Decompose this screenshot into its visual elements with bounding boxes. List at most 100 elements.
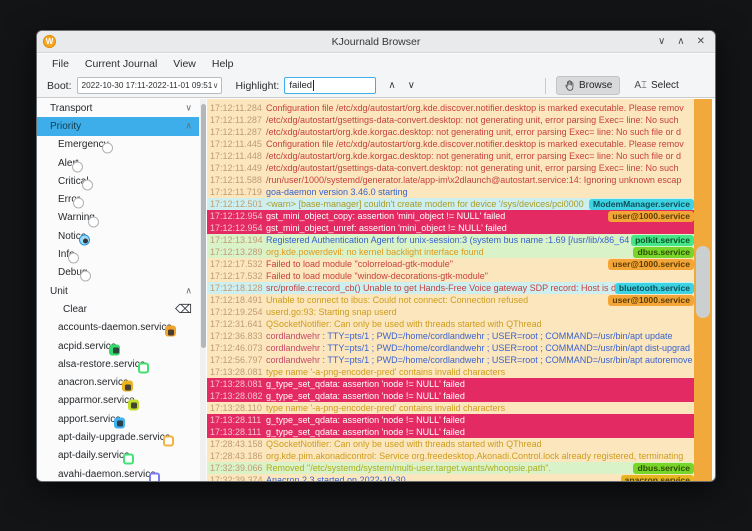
log-row[interactable]: 17:13:28.081type name '-a-png-encoder-pr…	[207, 366, 694, 378]
priority-item-emergency[interactable]: Emergency	[37, 136, 199, 154]
log-row[interactable]: 17:12:11.287/etc/xdg/autostart/org.kde.k…	[207, 126, 694, 138]
unit-checkbox-checked[interactable]	[122, 381, 133, 392]
sidebar-section-unit[interactable]: Unit∧	[37, 282, 199, 300]
log-row[interactable]: 17:12:18.128src/profile.c:record_cb() Un…	[207, 282, 694, 294]
unit-checkbox-checked[interactable]	[109, 344, 120, 355]
priority-item-alert[interactable]: Alert	[37, 154, 199, 172]
priority-radio-emergency[interactable]	[102, 143, 113, 154]
log-row[interactable]: 17:12:13.194Registered Authentication Ag…	[207, 234, 694, 246]
unit-checkbox-unchecked[interactable]	[163, 436, 174, 447]
unit-item[interactable]: accounts-daemon.service	[37, 319, 199, 337]
priority-item-debug[interactable]: Debug	[37, 264, 199, 282]
unit-item[interactable]: alsa-restore.service	[37, 355, 199, 373]
priority-item-info[interactable]: Info	[37, 245, 199, 263]
priority-radio-warning[interactable]	[88, 216, 99, 227]
log-row[interactable]: 17:12:12.501<warn> [base-manager] couldn…	[207, 198, 694, 210]
log-row[interactable]: 17:12:12.954gst_mini_object_unref: asser…	[207, 222, 694, 234]
priority-item-notice[interactable]: Notice	[37, 227, 199, 245]
log-scrollbar[interactable]	[694, 99, 712, 481]
log-message: <warn> [base-manager] couldn't create mo…	[266, 199, 584, 209]
unit-label: alsa-restore.service	[58, 359, 145, 370]
priority-radio-alert[interactable]	[72, 161, 83, 172]
log-row[interactable]: 17:12:13.289org.kde.powerdevil: no kerne…	[207, 246, 694, 258]
maximize-button-icon[interactable]: ∧	[677, 31, 684, 53]
unit-item[interactable]: apt-daily.service	[37, 447, 199, 465]
unit-badge: user@1000.service	[608, 211, 694, 222]
highlight-input[interactable]: failed	[284, 77, 376, 94]
unit-checkbox-checked[interactable]	[128, 399, 139, 410]
log-message-user: cordlandwehr	[266, 331, 320, 341]
unit-label: anacron.service	[58, 377, 129, 388]
unit-item[interactable]: acpid.service	[37, 337, 199, 355]
log-row[interactable]: 17:12:11.445Configuration file /etc/xdg/…	[207, 138, 694, 150]
unit-item[interactable]: anacron.service	[37, 373, 199, 391]
browse-button[interactable]: Browse	[556, 76, 620, 95]
sidebar-scrollbar-thumb[interactable]	[201, 104, 206, 348]
log-row[interactable]: 17:13:28.081g_type_set_qdata: assertion …	[207, 378, 694, 390]
log-row[interactable]: 17:13:28.111g_type_set_qdata: assertion …	[207, 414, 694, 426]
priority-radio-critical[interactable]	[82, 179, 93, 190]
unit-clear-button[interactable]: Clear⌫	[37, 300, 199, 318]
priority-radio-info[interactable]	[68, 253, 79, 264]
log-row[interactable]: 17:13:28.110type name '-a-png-encoder-pr…	[207, 402, 694, 414]
unit-checkbox-unchecked[interactable]	[138, 362, 149, 373]
sidebar-section-priority-label: Priority	[50, 121, 81, 132]
log-row[interactable]: 17:12:17.532Failed to load module "windo…	[207, 270, 694, 282]
sidebar-scrollbar[interactable]	[200, 99, 206, 481]
menu-current-journal[interactable]: Current Journal	[78, 56, 164, 72]
priority-radio-notice[interactable]	[79, 234, 90, 245]
log-row[interactable]: 17:12:11.287/etc/xdg/autostart/gsettings…	[207, 114, 694, 126]
log-row[interactable]: 17:28:43.158QSocketNotifier: Can only be…	[207, 438, 694, 450]
log-row[interactable]: 17:12:11.449/etc/xdg/autostart/gsettings…	[207, 162, 694, 174]
select-button[interactable]: A⌶ Select	[628, 76, 684, 95]
unit-checkbox-unchecked[interactable]	[149, 472, 160, 481]
log-row[interactable]: 17:12:11.719goa-daemon version 3.46.0 st…	[207, 186, 694, 198]
log-scrollbar-thumb[interactable]	[696, 246, 710, 318]
unit-checkbox-unchecked[interactable]	[123, 454, 134, 465]
log-row[interactable]: 17:12:11.448/etc/xdg/autostart/org.kde.k…	[207, 150, 694, 162]
unit-item[interactable]: avahi-daemon.service	[37, 465, 199, 481]
log-timestamp: 17:12:11.448	[210, 150, 266, 162]
log-row[interactable]: 17:12:19.254userd.go:93: Starting snap u…	[207, 306, 694, 318]
minimize-button-icon[interactable]: ∨	[658, 31, 665, 53]
priority-item-error[interactable]: Error	[37, 190, 199, 208]
log-timestamp: 17:13:28.111	[210, 426, 266, 438]
log-row[interactable]: 17:12:18.491Unable to connect to ibus: C…	[207, 294, 694, 306]
unit-badge: dbus.service	[633, 463, 694, 474]
unit-checkbox-checked[interactable]	[165, 326, 176, 337]
log-row[interactable]: 17:28:43.186org.kde.pim.akonadicontrol: …	[207, 450, 694, 462]
sidebar-section-transport[interactable]: Transport∨	[37, 99, 199, 117]
log-row[interactable]: 17:32:39.374Anacron 2.3 started on 2022-…	[207, 474, 694, 481]
priority-item-warning[interactable]: Warning	[37, 209, 199, 227]
log-row[interactable]: 17:13:28.082g_type_set_qdata: assertion …	[207, 390, 694, 402]
log-row[interactable]: 17:12:46.073cordlandwehr : TTY=pts/1 ; P…	[207, 342, 694, 354]
close-button-icon[interactable]: ✕	[697, 31, 705, 53]
log-row[interactable]: 17:32:39.066Removed "/etc/systemd/system…	[207, 462, 694, 474]
log-row[interactable]: 17:12:12.954gst_mini_object_copy: assert…	[207, 210, 694, 222]
boot-combobox[interactable]: 2022-10-30 17:11-2022-11-01 09:51 [de0a4…	[77, 77, 222, 94]
log-row[interactable]: 17:12:11.588/run/user/1000/systemd/gener…	[207, 174, 694, 186]
unit-checkbox-checked[interactable]	[114, 417, 125, 428]
titlebar[interactable]: W KJournald Browser ∨ ∧ ✕	[37, 31, 715, 53]
priority-radio-error[interactable]	[73, 198, 84, 209]
priority-radio-debug[interactable]	[80, 271, 91, 282]
menu-help[interactable]: Help	[205, 56, 241, 72]
previous-match-button[interactable]: ∧	[388, 80, 395, 91]
menu-view[interactable]: View	[166, 56, 203, 72]
menu-file[interactable]: File	[45, 56, 76, 72]
sidebar-section-priority[interactable]: Priority∧	[37, 117, 199, 135]
log-row[interactable]: 17:12:11.284Configuration file /etc/xdg/…	[207, 102, 694, 114]
log-row[interactable]: 17:12:56.797cordlandwehr : TTY=pts/1 ; P…	[207, 354, 694, 366]
backspace-clear-icon[interactable]: ⌫	[175, 302, 192, 316]
log-row[interactable]: 17:12:17.532Failed to load module "color…	[207, 258, 694, 270]
unit-item[interactable]: apt-daily-upgrade.service	[37, 428, 199, 446]
unit-item[interactable]: apparmor.service	[37, 392, 199, 410]
log-row[interactable]: 17:13:28.111g_type_set_qdata: assertion …	[207, 426, 694, 438]
log-row[interactable]: 17:12:31.641QSocketNotifier: Can only be…	[207, 318, 694, 330]
log-message: /etc/xdg/autostart/org.kde.korgac.deskto…	[266, 127, 681, 137]
log-timestamp: 17:13:28.111	[210, 414, 266, 426]
next-match-button[interactable]: ∨	[408, 80, 415, 91]
log-row[interactable]: 17:12:36.833cordlandwehr : TTY=pts/1 ; P…	[207, 330, 694, 342]
priority-item-critical[interactable]: Critical	[37, 172, 199, 190]
unit-item[interactable]: apport.service	[37, 410, 199, 428]
